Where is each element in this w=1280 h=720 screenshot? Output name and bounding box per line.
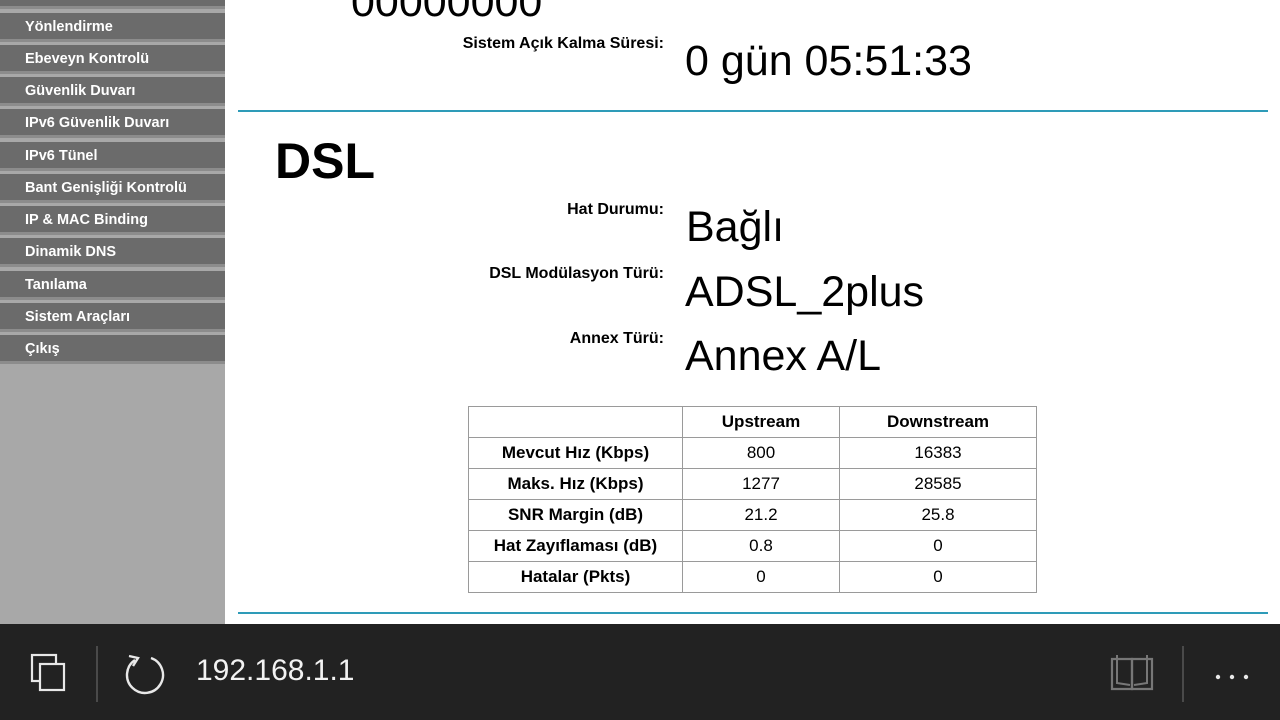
sidebar: Yönlendirme Ebeveyn Kontrolü Güvenlik Du…	[0, 0, 225, 624]
row-label: SNR Margin (dB)	[468, 499, 683, 531]
annex-value: Annex A/L	[685, 332, 882, 380]
table-row: SNR Margin (dB) 21.2 25.8	[468, 499, 1037, 531]
sidebar-item-diagnostics[interactable]: Tanılama	[0, 271, 225, 300]
table-header-upstream: Upstream	[682, 406, 840, 438]
table-row: Maks. Hız (Kbps) 1277 28585	[468, 468, 1037, 500]
sidebar-item-logout[interactable]: Çıkış	[0, 335, 225, 364]
dsl-stats-table: Upstream Downstream Mevcut Hız (Kbps) 80…	[468, 406, 1037, 593]
upstream-cell: 0.8	[682, 530, 840, 562]
address-bar-url[interactable]: 192.168.1.1	[196, 654, 354, 688]
refresh-icon[interactable]	[123, 652, 167, 696]
row-label: Hatalar (Pkts)	[468, 561, 683, 593]
sidebar-item-ipv6-tunnel[interactable]: IPv6 Tünel	[0, 142, 225, 171]
upstream-cell: 800	[682, 437, 840, 469]
section-divider	[238, 110, 1268, 112]
uptime-label: Sistem Açık Kalma Süresi:	[462, 35, 664, 52]
uptime-value: 0 gün 05:51:33	[685, 37, 972, 85]
row-label: Maks. Hız (Kbps)	[468, 468, 683, 500]
sidebar-item-system-tools[interactable]: Sistem Araçları	[0, 303, 225, 332]
sidebar-item-partial[interactable]	[0, 0, 225, 9]
sidebar-item-firewall[interactable]: Güvenlik Duvarı	[0, 77, 225, 106]
table-row: Hat Zayıflaması (dB) 0.8 0	[468, 530, 1037, 562]
main-content: 00000000 Sistem Açık Kalma Süresi: 0 gün…	[225, 0, 1280, 624]
row-label: Hat Zayıflaması (dB)	[468, 530, 683, 562]
sidebar-item-ip-mac-binding[interactable]: IP & MAC Binding	[0, 206, 225, 235]
tabs-icon[interactable]	[30, 653, 68, 693]
downstream-cell: 28585	[839, 468, 1037, 500]
browser-bottom-bar: 192.168.1.1	[0, 624, 1280, 720]
bar-separator	[96, 646, 98, 702]
upstream-cell: 1277	[682, 468, 840, 500]
modulation-value: ADSL_2plus	[685, 268, 925, 316]
table-header-empty	[468, 406, 683, 438]
table-header-row: Upstream Downstream	[468, 406, 1037, 438]
downstream-cell: 16383	[839, 437, 1037, 469]
sidebar-item-dynamic-dns[interactable]: Dinamik DNS	[0, 238, 225, 267]
downstream-cell: 0	[839, 530, 1037, 562]
row-label: Mevcut Hız (Kbps)	[468, 437, 683, 469]
modulation-label: DSL Modülasyon Türü:	[489, 265, 664, 282]
sidebar-item-ipv6-firewall[interactable]: IPv6 Güvenlik Duvarı	[0, 109, 225, 138]
table-row: Mevcut Hız (Kbps) 800 16383	[468, 437, 1037, 469]
bar-separator	[1182, 646, 1184, 702]
section-divider-bottom	[238, 612, 1268, 614]
sidebar-item-routing[interactable]: Yönlendirme	[0, 13, 225, 42]
line-status-label: Hat Durumu:	[567, 201, 664, 218]
downstream-cell: 25.8	[839, 499, 1037, 531]
reading-view-icon[interactable]	[1108, 653, 1158, 693]
more-icon[interactable]	[1214, 668, 1250, 680]
downstream-cell: 0	[839, 561, 1037, 593]
upstream-cell: 21.2	[682, 499, 840, 531]
dsl-heading: DSL	[275, 133, 375, 189]
sidebar-item-parental-control[interactable]: Ebeveyn Kontrolü	[0, 45, 225, 74]
table-header-downstream: Downstream	[839, 406, 1037, 438]
annex-label: Annex Türü:	[569, 330, 664, 347]
sidebar-item-bandwidth-control[interactable]: Bant Genişliği Kontrolü	[0, 174, 225, 203]
line-status-value: Bağlı	[686, 203, 785, 251]
table-row: Hatalar (Pkts) 0 0	[468, 561, 1037, 593]
cut-off-value: 00000000	[351, 0, 543, 26]
upstream-cell: 0	[682, 561, 840, 593]
